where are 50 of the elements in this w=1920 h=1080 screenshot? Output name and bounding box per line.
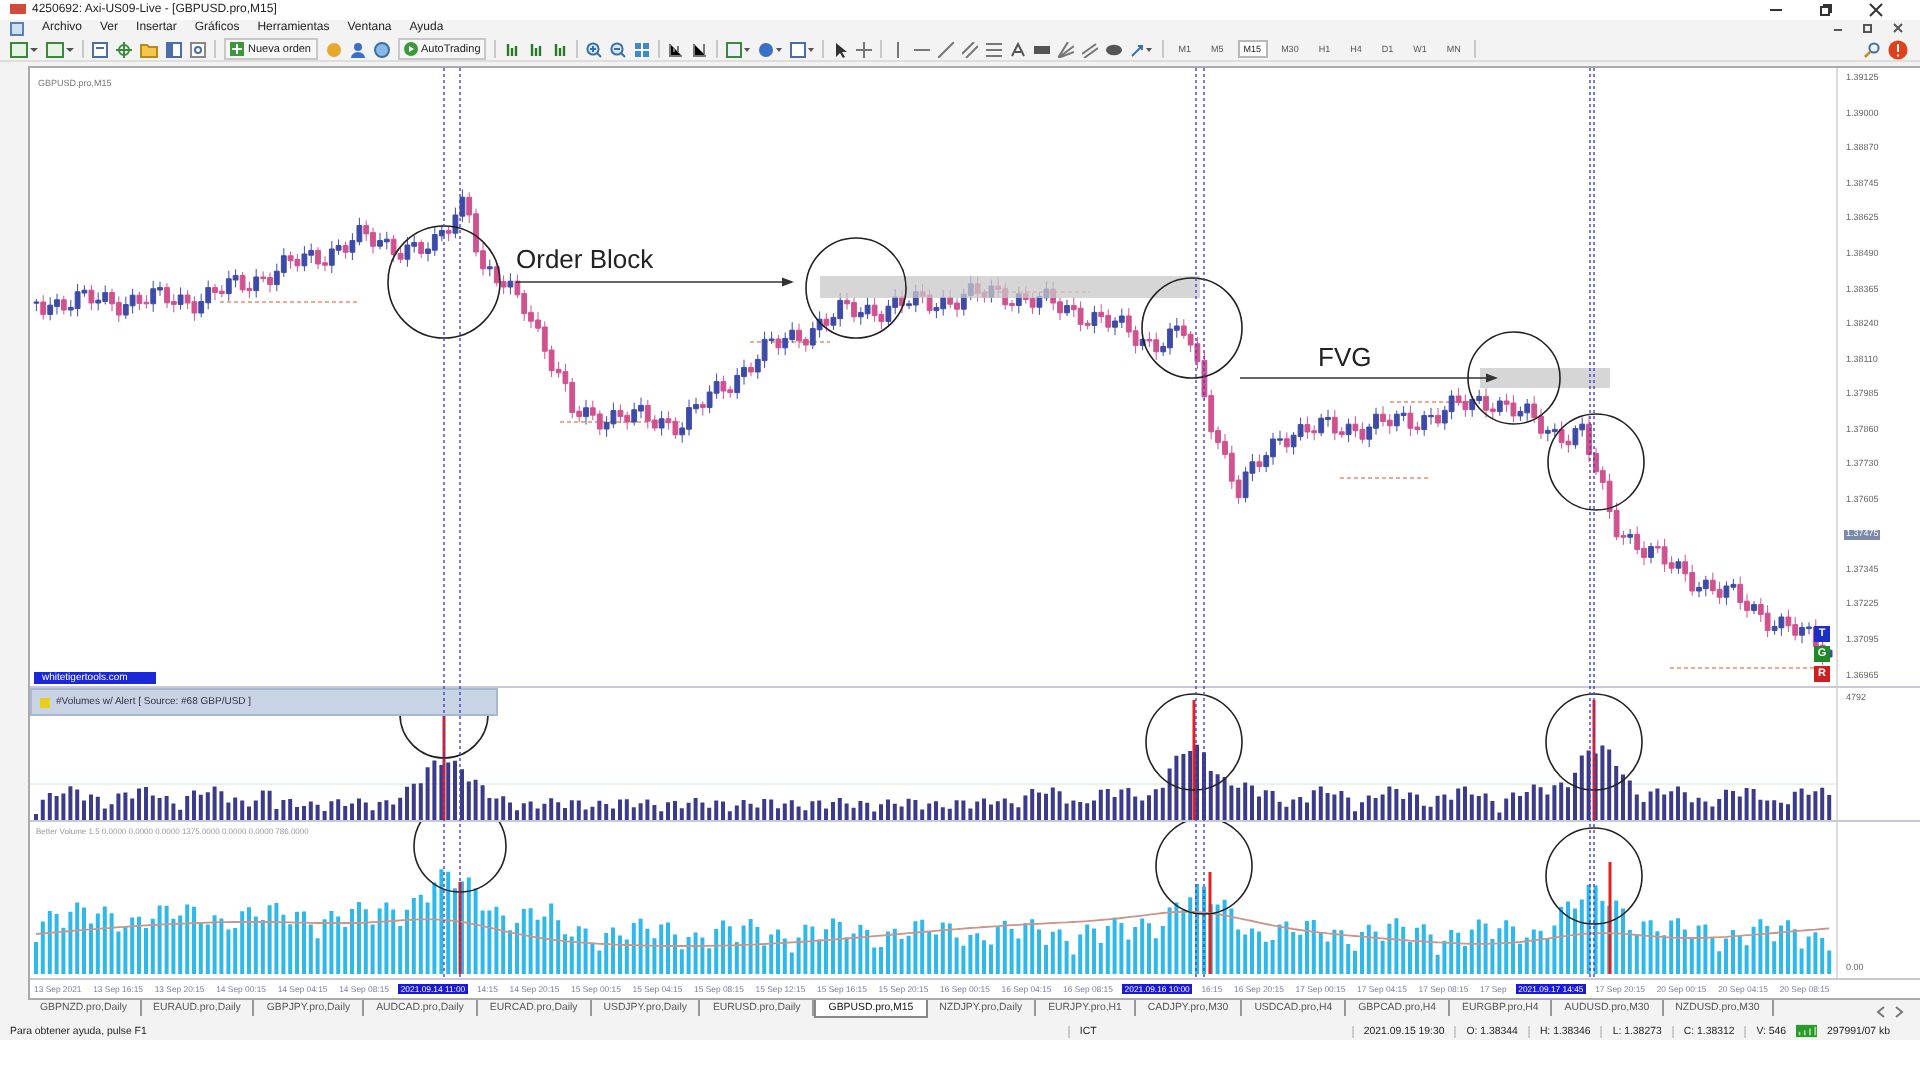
highlight-circle <box>1145 693 1243 792</box>
highlight-circle <box>1467 331 1561 426</box>
highlight-circle <box>805 237 907 340</box>
alert-icon[interactable] <box>1888 39 1908 60</box>
scroll-left-icon[interactable] <box>1876 1006 1886 1019</box>
connection-bars-icon <box>1796 1024 1818 1039</box>
grid-icon[interactable] <box>634 41 651 58</box>
ellipse-icon[interactable] <box>1106 41 1123 58</box>
close-icon[interactable] <box>1868 1 1884 18</box>
trend-line-icon[interactable] <box>938 41 955 58</box>
arrows-icon[interactable] <box>1130 41 1155 58</box>
window-icon[interactable] <box>92 41 108 58</box>
dashed-level-line <box>749 341 831 344</box>
dashed-level-line <box>1389 401 1471 404</box>
highlight-circle <box>1545 693 1643 792</box>
text-icon[interactable] <box>1010 41 1027 58</box>
highlight-circle <box>1547 413 1645 512</box>
cursor-icon[interactable] <box>832 41 849 58</box>
app-logo-icon <box>10 4 26 15</box>
windows-icon[interactable] <box>46 41 74 58</box>
document-icon <box>10 21 24 36</box>
crosshair-icon[interactable] <box>116 41 132 58</box>
annotation-label: Order Block <box>516 244 654 275</box>
window-icon[interactable] <box>166 41 182 58</box>
person-icon[interactable] <box>349 41 365 58</box>
dashed-level-line <box>559 421 681 424</box>
dashed-level-line <box>219 301 361 304</box>
pitchfork-icon[interactable] <box>1082 41 1099 58</box>
crosshair-icon[interactable] <box>856 41 873 58</box>
channel-icon[interactable] <box>962 41 979 58</box>
restore-icon[interactable] <box>1862 22 1874 35</box>
indicators-icon[interactable] <box>726 41 751 58</box>
fvg-zone <box>1480 368 1610 389</box>
highlight-circle <box>1141 277 1243 380</box>
plus-icon <box>230 42 244 57</box>
fibonacci-icon[interactable] <box>986 41 1003 58</box>
play-icon <box>403 42 417 57</box>
bar-chart-icon[interactable] <box>504 41 521 58</box>
close-icon[interactable] <box>1892 22 1904 35</box>
scroll-right-icon[interactable] <box>1894 1006 1904 1019</box>
restore-icon[interactable] <box>1818 1 1834 18</box>
dashed-level-line <box>1339 477 1431 480</box>
search-icon[interactable] <box>1864 41 1880 58</box>
add-chart-icon[interactable] <box>10 41 38 58</box>
highlight-circle <box>387 225 501 340</box>
zoom-out-icon[interactable] <box>610 41 627 58</box>
zoom-in-icon[interactable] <box>586 41 603 58</box>
template-icon[interactable] <box>790 41 815 58</box>
gann-icon[interactable] <box>1058 41 1075 58</box>
annotation-label: FVG <box>1318 342 1372 373</box>
